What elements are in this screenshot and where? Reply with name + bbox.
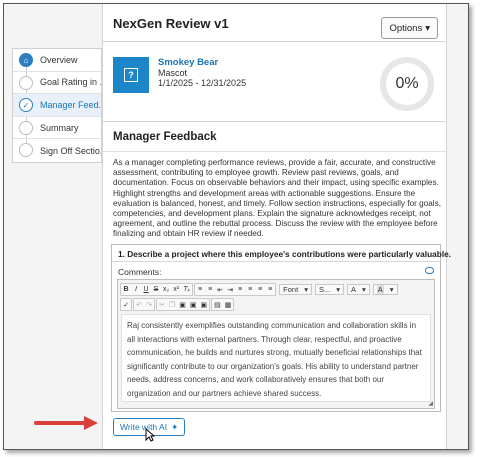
divider — [112, 261, 440, 262]
section-header: Manager Feedback — [103, 122, 446, 152]
bullet-list-icon[interactable]: ≡ — [205, 284, 215, 295]
history-group: ↶ ↷ — [133, 298, 155, 311]
size-dropdown-label: S... — [318, 285, 331, 294]
paste-word-icon[interactable]: ▣ — [199, 299, 210, 310]
horizontal-rule-icon[interactable]: ▤ — [212, 299, 223, 310]
progress-ring: 0% — [380, 57, 434, 111]
section-title: Manager Feedback — [113, 131, 217, 143]
review-window: ⌂ Overview Goal Rating in ... ✓ Manager … — [3, 3, 469, 450]
review-period: 1/1/2025 - 12/31/2025 — [158, 78, 247, 88]
section-instructions: As a manager completing performance revi… — [113, 158, 441, 239]
question-card: 1. Describe a project where this employe… — [111, 244, 451, 412]
outdent-icon[interactable]: ⇤ — [215, 284, 225, 295]
superscript-button[interactable]: x² — [171, 284, 181, 295]
bold-button[interactable]: B — [121, 284, 131, 295]
comments-label: Comments: — [118, 267, 162, 277]
undo-icon[interactable]: ↶ — [134, 299, 144, 310]
step-circle-icon — [19, 120, 33, 135]
numbered-list-icon[interactable]: ≡ — [195, 284, 205, 295]
resize-handle-icon[interactable]: ◢ — [428, 400, 433, 407]
paste-text-icon[interactable]: ▣ — [188, 299, 199, 310]
align-left-icon[interactable]: ≡ — [235, 284, 245, 295]
annotation-arrow-icon — [34, 416, 98, 430]
caret-down-icon: ▾ — [362, 285, 366, 294]
step-goal-rating[interactable]: Goal Rating in ... — [13, 72, 101, 95]
text-color-label: A — [350, 285, 356, 294]
options-button[interactable]: Options ▾ — [381, 17, 438, 39]
employee-name[interactable]: Smokey Bear — [158, 57, 218, 68]
clear-format-button[interactable]: Tₓ — [181, 284, 192, 295]
step-sign-off[interactable]: Sign Off Sectio... — [13, 139, 101, 162]
insert-group: ▤ ▦ — [211, 298, 235, 311]
step-label: Overview — [40, 54, 78, 65]
text-color-dropdown[interactable]: A ▾ — [346, 284, 370, 295]
steps-sidebar: ⌂ Overview Goal Rating in ... ✓ Manager … — [12, 48, 102, 163]
write-with-ai-label: Write with AI — [120, 422, 168, 432]
cut-icon[interactable]: ✂ — [157, 299, 167, 310]
step-circle-icon — [19, 75, 33, 90]
strikethrough-button[interactable]: S — [151, 284, 161, 295]
underline-button[interactable]: U — [141, 284, 151, 295]
step-manager-feedback[interactable]: ✓ Manager Feed... — [13, 94, 101, 117]
step-overview[interactable]: ⌂ Overview — [13, 49, 101, 72]
subscript-button[interactable]: x₂ — [161, 284, 171, 295]
home-icon: ⌂ — [19, 53, 33, 67]
employee-role: Mascot — [158, 68, 188, 78]
rich-text-editor: B I U S x₂ x² Tₓ ≡ ≡ ⇤ ⇥ ≡ ≡ ≡ ≡ Font ▾ … — [117, 279, 435, 409]
caret-down-icon: ▾ — [425, 22, 430, 34]
main-panel: NexGen Review v1 Options ▾ ? Smokey Bear… — [102, 4, 451, 449]
paste-icon[interactable]: ▣ — [177, 299, 188, 310]
question-title: 1. Describe a project where this employe… — [118, 249, 452, 259]
step-label: Sign Off Sectio... — [40, 145, 101, 156]
comment-textarea[interactable]: Raj consistently exemplifies outstanding… — [121, 314, 431, 402]
caret-down-icon: ▾ — [389, 285, 394, 294]
spellcheck-group: ✓ — [120, 298, 132, 311]
employee-card: ? Smokey Bear Mascot 1/1/2025 - 12/31/20… — [103, 42, 446, 122]
align-center-icon[interactable]: ≡ — [245, 284, 255, 295]
font-dropdown[interactable]: Font ▾ — [279, 284, 312, 295]
font-dropdown-label: Font — [283, 285, 299, 294]
indent-icon[interactable]: ⇥ — [225, 284, 235, 295]
redo-icon[interactable]: ↷ — [144, 299, 154, 310]
editor-toolbar-row-2: ✓ ↶ ↷ ✂ ❐ ▣ ▣ ▣ ▤ ▦ — [120, 298, 235, 311]
list-align-group: ≡ ≡ ⇤ ⇥ ≡ ≡ ≡ ≡ — [194, 283, 277, 296]
align-right-icon[interactable]: ≡ — [255, 284, 265, 295]
mouse-pointer-icon — [145, 428, 155, 442]
review-header: NexGen Review v1 Options ▾ — [103, 4, 446, 42]
highlight-color-dropdown[interactable]: A ▾ — [372, 284, 398, 295]
caret-down-icon: ▾ — [304, 285, 308, 294]
editor-toolbar-row-1: B I U S x₂ x² Tₓ ≡ ≡ ⇤ ⇥ ≡ ≡ ≡ ≡ Font ▾ … — [120, 283, 398, 296]
checkmark-icon: ✓ — [19, 98, 33, 113]
step-label: Goal Rating in ... — [40, 77, 101, 88]
avatar: ? — [113, 57, 149, 93]
size-dropdown[interactable]: S... ▾ — [314, 284, 344, 295]
caret-down-icon: ▾ — [336, 285, 340, 294]
sparkle-icon: ✦ — [171, 421, 179, 432]
format-group: B I U S x₂ x² Tₓ — [120, 283, 194, 296]
progress-value: 0% — [395, 75, 419, 92]
comment-bubble-icon[interactable] — [425, 267, 434, 274]
clipboard-group: ✂ ❐ ▣ ▣ ▣ — [156, 298, 211, 311]
table-icon[interactable]: ▦ — [223, 299, 234, 310]
right-gutter — [446, 4, 468, 449]
step-label: Summary — [40, 122, 79, 133]
step-label: Manager Feed... — [40, 99, 101, 110]
page-title: NexGen Review v1 — [113, 16, 229, 31]
step-circle-icon — [19, 143, 33, 158]
copy-icon[interactable]: ❐ — [167, 299, 177, 310]
placeholder-photo-icon: ? — [124, 68, 138, 82]
italic-button[interactable]: I — [131, 284, 141, 295]
step-summary[interactable]: Summary — [13, 117, 101, 140]
justify-icon[interactable]: ≡ — [265, 284, 275, 295]
highlight-color-label: A — [376, 285, 384, 294]
options-label: Options — [389, 22, 423, 34]
spellcheck-icon[interactable]: ✓ — [121, 299, 131, 310]
